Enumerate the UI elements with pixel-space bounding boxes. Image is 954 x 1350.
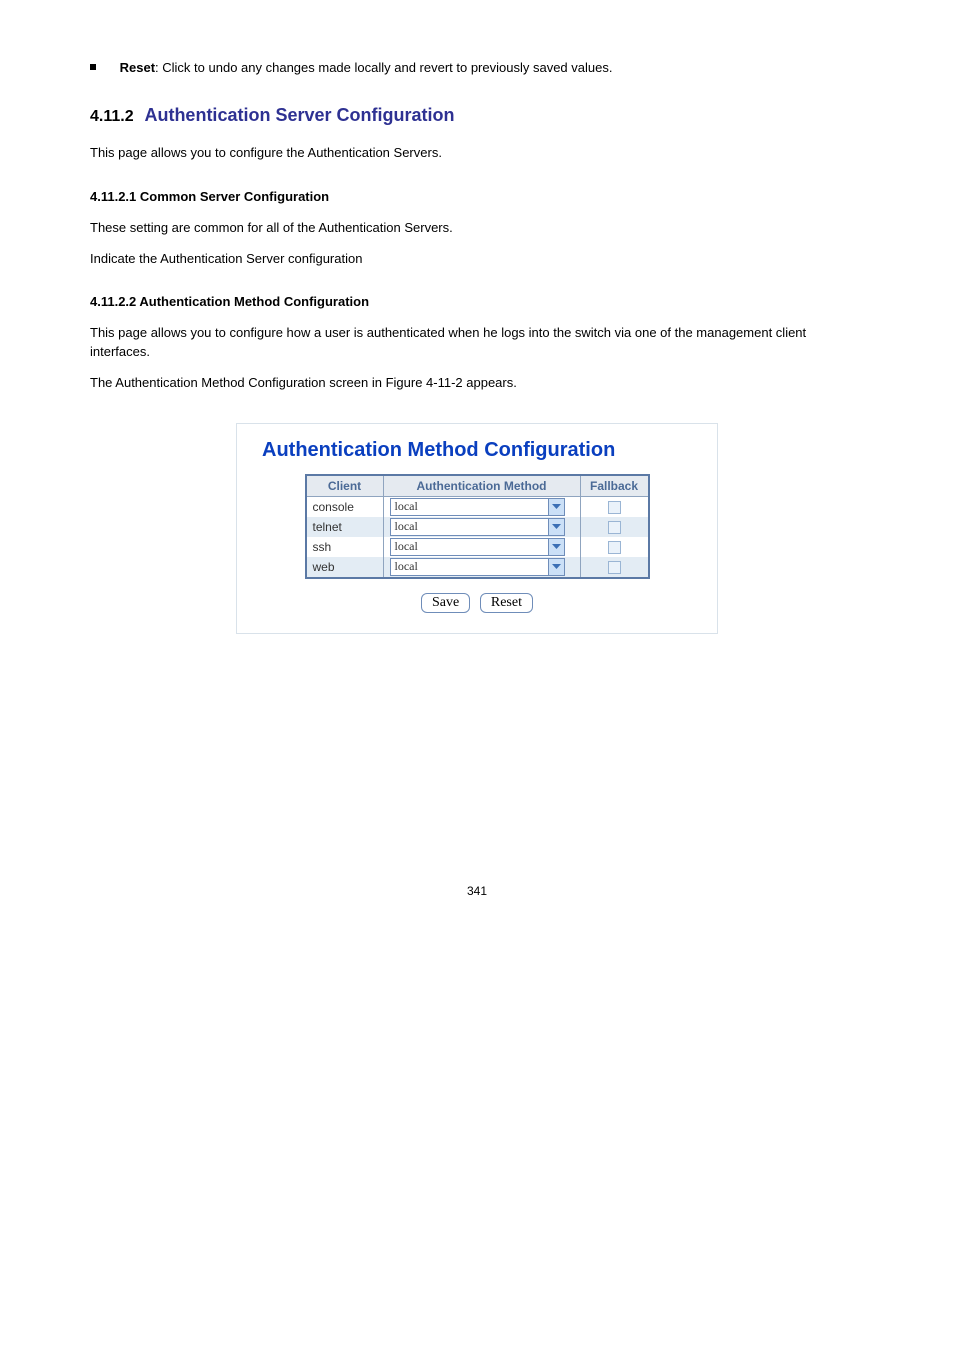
panel-title: Authentication Method Configuration	[262, 439, 692, 462]
fallback-checkbox[interactable]	[608, 541, 621, 554]
section-title: Authentication Server Configuration	[144, 105, 454, 125]
table-row: telnet local	[306, 517, 649, 537]
config-panel: Authentication Method Configuration Clie…	[236, 423, 718, 634]
para-common-2: Indicate the Authentication Server confi…	[90, 250, 864, 269]
auth-method-table: Client Authentication Method Fallback co…	[305, 474, 650, 579]
fallback-checkbox[interactable]	[608, 521, 621, 534]
chevron-down-icon	[552, 544, 561, 550]
method-select-value: local	[395, 539, 418, 553]
col-header-client: Client	[306, 475, 384, 497]
para-intro-1: This page allows you to configure the Au…	[90, 144, 864, 163]
method-select[interactable]: local	[390, 538, 565, 556]
method-select[interactable]: local	[390, 518, 565, 536]
save-button[interactable]: Save	[421, 593, 470, 613]
fallback-checkbox[interactable]	[608, 501, 621, 514]
section-number: 4.11.2	[90, 108, 134, 125]
col-header-method: Authentication Method	[383, 475, 580, 497]
client-cell: telnet	[306, 517, 384, 537]
col-header-fallback: Fallback	[580, 475, 649, 497]
client-cell: web	[306, 557, 384, 578]
fallback-checkbox[interactable]	[608, 561, 621, 574]
chevron-down-icon	[552, 564, 561, 570]
method-select-value: local	[395, 559, 418, 573]
page-content: Reset: Click to undo any changes made lo…	[0, 0, 954, 938]
para-common-1: These setting are common for all of the …	[90, 219, 864, 238]
chevron-down-icon	[552, 524, 561, 530]
para-auth-1: This page allows you to configure how a …	[90, 324, 864, 362]
method-select[interactable]: local	[390, 558, 565, 576]
method-select[interactable]: local	[390, 498, 565, 516]
page-number: 341	[90, 884, 864, 898]
para-auth-2: The Authentication Method Configuration …	[90, 374, 864, 393]
client-cell: console	[306, 496, 384, 517]
method-select-value: local	[395, 519, 418, 533]
reset-label-text: Reset	[120, 60, 155, 75]
section-heading: 4.11.2 Authentication Server Configurati…	[90, 105, 864, 126]
chevron-down-icon	[552, 504, 561, 510]
subheading-auth-method-config: 4.11.2.2 Authentication Method Configura…	[90, 293, 864, 312]
method-select-value: local	[395, 499, 418, 513]
square-bullet-icon	[90, 64, 96, 70]
subheading-common-server-config: 4.11.2.1 Common Server Configuration	[90, 188, 864, 207]
client-cell: ssh	[306, 537, 384, 557]
table-row: ssh local	[306, 537, 649, 557]
reset-button[interactable]: Reset	[480, 593, 533, 613]
bullet-item: Reset: Click to undo any changes made lo…	[90, 60, 864, 75]
table-row: console local	[306, 496, 649, 517]
table-row: web local	[306, 557, 649, 578]
reset-description-text: : Click to undo any changes made locally…	[155, 60, 612, 75]
